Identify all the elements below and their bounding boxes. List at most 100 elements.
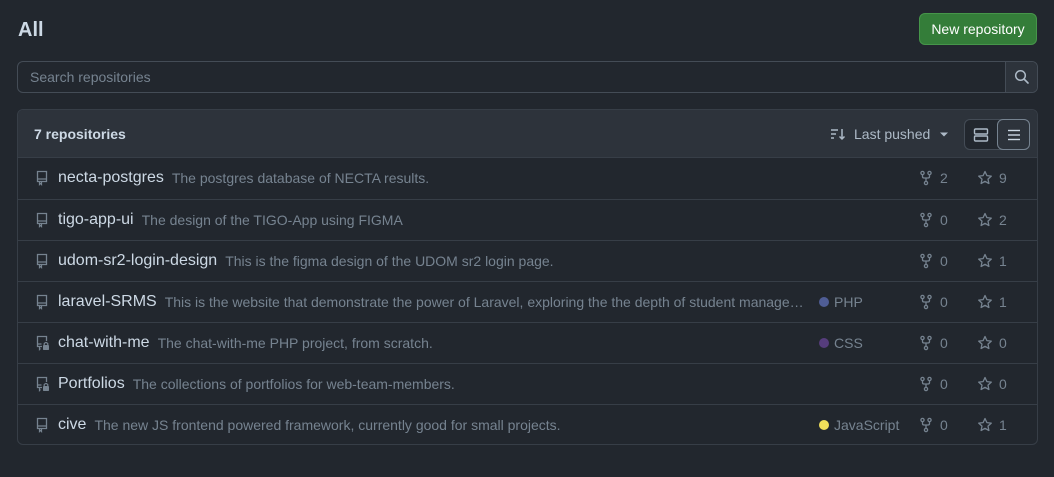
fork-icon [920,253,932,269]
star-number: 1 [999,253,1007,269]
sort-icon [831,129,846,141]
star-icon [978,170,992,185]
fork-count[interactable]: 0 [918,241,948,281]
search-button[interactable] [1005,62,1037,92]
search-input[interactable] [18,62,1005,92]
repository-row-Portfolios[interactable]: Portfolios The collections of portfolios… [18,363,1037,404]
fork-number: 0 [940,294,948,310]
fork-number: 0 [940,335,948,351]
fork-count[interactable]: 0 [918,282,948,322]
fork-count[interactable]: 0 [918,200,948,240]
list-header: 7 repositories Last pushed [18,110,1037,158]
star-icon [978,212,992,227]
repository-description: This is the website that demonstrate the… [164,294,808,310]
repository-description: The postgres database of NECTA results. [171,170,430,186]
star-number: 1 [999,417,1007,433]
fork-count[interactable]: 0 [918,323,948,363]
repository-row-udom-sr2-login-design[interactable]: udom-sr2-login-design This is the figma … [18,240,1037,281]
repository-name[interactable]: tigo-app-ui [58,211,134,229]
sort-dropdown[interactable]: Last pushed [830,120,950,148]
repository-row-tigo-app-ui[interactable]: tigo-app-ui The design of the TIGO-App u… [18,199,1037,240]
card-view-button[interactable] [965,120,997,149]
repository-info: cive The new JS frontend powered framewo… [58,405,808,444]
private-repo-icon [36,335,49,351]
repository-name[interactable]: cive [58,416,86,434]
star-number: 9 [999,170,1007,186]
list-view-button[interactable] [997,119,1030,150]
language-color-dot [819,297,829,307]
repository-row-chat-with-me[interactable]: chat-with-me The chat-with-me PHP projec… [18,322,1037,363]
language-color-dot [819,338,829,348]
repository-info: udom-sr2-login-design This is the figma … [58,241,808,281]
fork-icon [920,212,932,228]
repo-icon [36,417,48,433]
language-name: PHP [834,294,863,310]
fork-count[interactable]: 0 [918,364,948,404]
star-count[interactable]: 9 [977,158,1007,198]
repository-info: Portfolios The collections of portfolios… [58,364,808,404]
language-name: CSS [834,335,863,351]
repository-description: The new JS frontend powered framework, c… [94,417,561,433]
repository-language: JavaScript [819,405,900,444]
fork-icon [920,335,932,351]
repository-description: This is the figma design of the UDOM sr2… [225,253,554,269]
repository-description: The collections of portfolios for web-te… [132,376,455,392]
repository-row-necta-postgres[interactable]: necta-postgres The postgres database of … [18,158,1037,199]
star-count[interactable]: 1 [977,405,1007,444]
repository-info: chat-with-me The chat-with-me PHP projec… [58,323,808,363]
repository-row-laravel-SRMS[interactable]: laravel-SRMS This is the website that de… [18,281,1037,322]
fork-number: 2 [940,170,948,186]
star-count[interactable]: 1 [977,241,1007,281]
repository-name[interactable]: laravel-SRMS [58,293,157,311]
fork-number: 0 [940,212,948,228]
star-icon [978,376,992,391]
repository-row-cive[interactable]: cive The new JS frontend powered framewo… [18,404,1037,444]
card-view-icon [973,127,989,142]
repository-info: laravel-SRMS This is the website that de… [58,282,808,322]
fork-count[interactable]: 0 [918,405,948,444]
star-number: 0 [999,335,1007,351]
fork-icon [920,170,932,186]
fork-count[interactable]: 2 [918,158,948,198]
sort-label: Last pushed [854,126,931,142]
star-count[interactable]: 0 [977,364,1007,404]
repository-language: CSS [819,323,863,363]
caret-down-icon [940,132,949,137]
star-icon [978,253,992,268]
language-name: JavaScript [834,417,900,433]
fork-icon [920,376,932,392]
fork-number: 0 [940,417,948,433]
repository-name[interactable]: udom-sr2-login-design [58,252,217,270]
star-count[interactable]: 1 [977,282,1007,322]
repository-description: The design of the TIGO-App using FIGMA [141,212,403,228]
repository-language: PHP [819,282,863,322]
view-toggle [964,119,1030,150]
private-repo-icon [36,376,49,392]
star-icon [978,294,992,309]
search-bar [17,61,1038,93]
star-number: 1 [999,294,1007,310]
repository-name[interactable]: necta-postgres [58,169,164,187]
repository-name[interactable]: chat-with-me [58,334,150,352]
star-count[interactable]: 0 [977,323,1007,363]
repo-icon [36,170,48,186]
repo-icon [36,294,48,310]
star-count[interactable]: 2 [977,200,1007,240]
fork-number: 0 [940,253,948,269]
star-icon [978,417,992,432]
star-number: 2 [999,212,1007,228]
page-title: All [18,19,44,41]
new-repository-button[interactable]: New repository [919,13,1037,45]
repository-count: 7 repositories [34,125,126,142]
repository-info: tigo-app-ui The design of the TIGO-App u… [58,200,808,240]
repository-list: 7 repositories Last pushed necta-postgre… [17,109,1038,445]
repository-name[interactable]: Portfolios [58,375,125,393]
list-view-icon [1007,129,1020,140]
fork-icon [920,294,932,310]
repo-icon [36,212,48,228]
search-icon [1014,69,1029,84]
star-number: 0 [999,376,1007,392]
fork-icon [920,417,932,433]
repository-description: The chat-with-me PHP project, from scrat… [157,335,433,351]
repository-info: necta-postgres The postgres database of … [58,158,808,198]
